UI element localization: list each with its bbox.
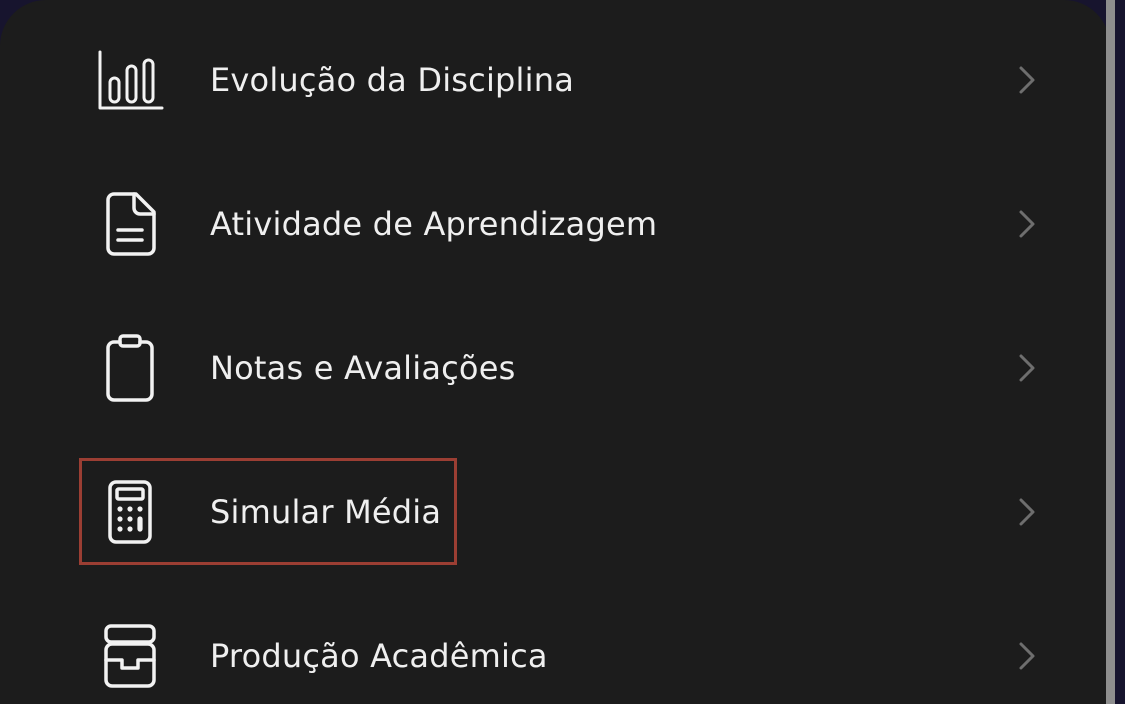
menu-item-label: Evolução da Disciplina — [210, 61, 575, 99]
menu-item-evolucao-disciplina[interactable]: Evolução da Disciplina — [0, 8, 1100, 152]
bar-chart-icon — [90, 40, 170, 120]
document-icon — [90, 184, 170, 264]
calculator-icon — [90, 472, 170, 552]
chevron-right-icon — [1010, 496, 1042, 528]
menu-item-notas-avaliacoes[interactable]: Notas e Avaliações — [0, 296, 1100, 440]
chevron-right-icon — [1010, 208, 1042, 240]
menu-item-label: Notas e Avaliações — [210, 349, 516, 387]
menu-sheet: Evolução da Disciplina Atividade de Apre… — [0, 0, 1110, 704]
menu-item-atividade-aprendizagem[interactable]: Atividade de Aprendizagem — [0, 152, 1100, 296]
menu-item-simular-media[interactable]: Simular Média — [0, 440, 1100, 584]
menu-item-label: Produção Acadêmica — [210, 637, 548, 675]
scrollbar[interactable] — [1106, 0, 1115, 704]
chevron-right-icon — [1010, 64, 1042, 96]
inbox-tray-icon — [90, 616, 170, 696]
menu-item-producao-academica[interactable]: Produção Acadêmica — [0, 584, 1100, 704]
chevron-right-icon — [1010, 640, 1042, 672]
menu-item-label: Atividade de Aprendizagem — [210, 205, 658, 243]
clipboard-icon — [90, 328, 170, 408]
chevron-right-icon — [1010, 352, 1042, 384]
menu-item-label: Simular Média — [210, 493, 442, 531]
